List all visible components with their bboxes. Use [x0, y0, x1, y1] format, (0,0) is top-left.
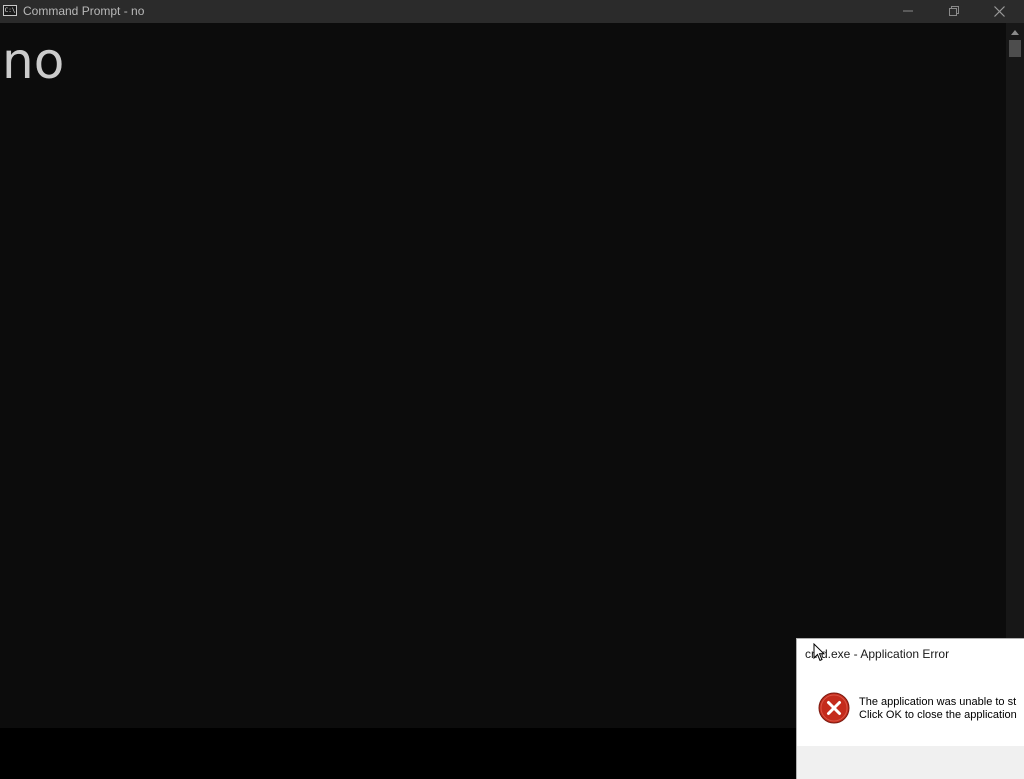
mouse-cursor-icon — [813, 643, 825, 662]
scrollbar-thumb[interactable] — [1009, 40, 1021, 57]
dialog-button-area — [797, 746, 1024, 779]
window-title: Command Prompt - no — [23, 4, 145, 18]
vertical-scrollbar[interactable] — [1006, 23, 1024, 728]
dialog-message: The application was unable to st Click O… — [859, 696, 1017, 722]
minimize-button[interactable] — [885, 0, 931, 22]
title-bar[interactable]: C:\ Command Prompt - no — [0, 0, 1024, 23]
dialog-message-line-2: Click OK to close the application — [859, 709, 1017, 721]
dialog-message-line-1: The application was unable to st — [859, 696, 1017, 708]
command-prompt-window: C:\ Command Prompt - no no — [0, 0, 1024, 728]
chevron-up-icon — [1011, 29, 1019, 35]
close-icon — [993, 5, 1005, 17]
restore-icon — [949, 6, 959, 16]
scroll-up-button[interactable] — [1006, 25, 1024, 39]
dialog-title: cmd.exe - Application Error — [805, 647, 950, 661]
restore-button[interactable] — [931, 0, 977, 22]
cmd-icon[interactable]: C:\ — [3, 5, 17, 16]
console-output-text: no — [2, 32, 65, 90]
close-button[interactable] — [976, 0, 1022, 22]
console-output-area[interactable]: no — [0, 23, 1006, 728]
minimize-icon — [903, 10, 913, 12]
error-icon — [818, 692, 850, 724]
application-error-dialog: cmd.exe - Application Error The applicat… — [796, 638, 1024, 779]
